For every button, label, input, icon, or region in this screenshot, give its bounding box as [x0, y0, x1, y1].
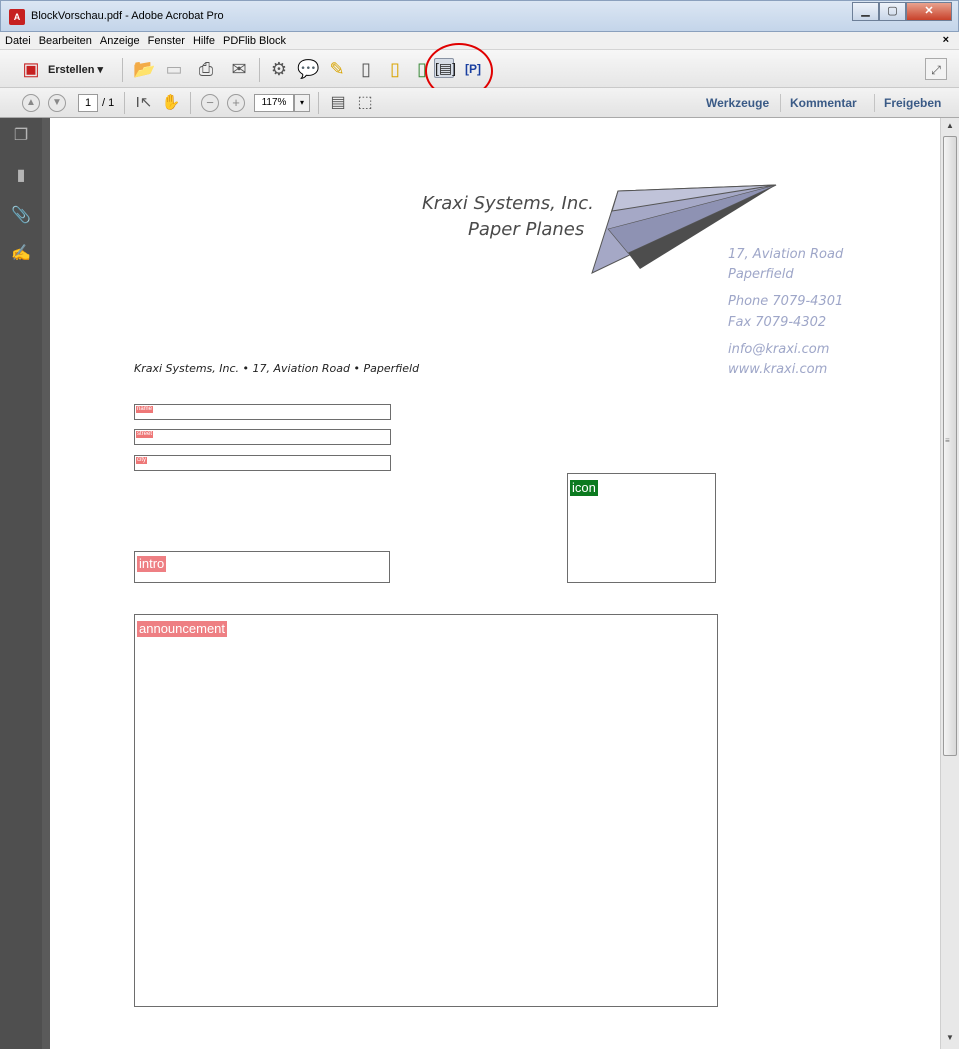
- page-total: / 1: [102, 97, 115, 109]
- maximize-button[interactable]: ▢: [879, 2, 906, 21]
- toolbar-divider: [124, 92, 125, 114]
- comment-icon[interactable]: 💬: [297, 58, 319, 80]
- company-name: Kraxi Systems, Inc.: [422, 193, 594, 214]
- address-line-2: Paperfield: [728, 267, 794, 282]
- create-label: Erstellen: [48, 64, 95, 76]
- close-button[interactable]: ✕: [906, 2, 952, 21]
- navigation-toolbar: ▲ ▼ 1 / 1 I↖ ✋ − + 117% ▾ ▤ ⬚ Werkzeuge …: [0, 88, 959, 118]
- scrollbar-thumb[interactable]: [943, 136, 957, 756]
- company-tagline: Paper Planes: [468, 219, 585, 240]
- name-block-label: name: [136, 406, 154, 413]
- hand-tool-icon[interactable]: ✋: [160, 92, 182, 114]
- next-page-icon[interactable]: ▼: [48, 94, 66, 112]
- window-controls: ▁ ▢ ✕: [852, 2, 952, 21]
- email-icon[interactable]: ✉: [228, 58, 250, 80]
- select-cursor-icon[interactable]: I↖: [133, 92, 155, 114]
- menu-pdflib-block[interactable]: PDFlib Block: [223, 35, 286, 47]
- document-close-icon[interactable]: ×: [943, 34, 949, 46]
- minimize-button[interactable]: ▁: [852, 2, 879, 21]
- fax-number: Fax 7079-4302: [728, 315, 827, 330]
- create-button[interactable]: Erstellen ▾: [48, 63, 103, 76]
- name-block[interactable]: name: [134, 404, 391, 420]
- toolbar-divider: [259, 58, 260, 82]
- zoom-in-icon[interactable]: +: [227, 94, 245, 112]
- bookmarks-icon[interactable]: ▮: [11, 166, 31, 186]
- menu-datei[interactable]: Datei: [5, 35, 31, 47]
- intro-block-label: intro: [137, 556, 167, 572]
- toolbar-divider: [190, 92, 191, 114]
- city-block-label: city: [136, 457, 147, 464]
- zoom-dropdown-icon[interactable]: ▾: [294, 94, 310, 112]
- sender-line: Kraxi Systems, Inc. • 17, Aviation Road …: [134, 362, 420, 375]
- signatures-icon[interactable]: ✍: [11, 244, 31, 264]
- page-number-input[interactable]: 1: [78, 94, 98, 112]
- email-address: info@kraxi.com: [728, 342, 830, 357]
- icon-block[interactable]: icon: [567, 473, 716, 583]
- menu-bar: Datei Bearbeiten Anzeige Fenster Hilfe P…: [0, 32, 959, 50]
- toolbar-divider: [122, 58, 123, 82]
- zoom-out-icon[interactable]: −: [201, 94, 219, 112]
- menu-fenster[interactable]: Fenster: [148, 35, 185, 47]
- highlight-icon[interactable]: ✎: [326, 58, 348, 80]
- previous-page-icon[interactable]: ▲: [22, 94, 40, 112]
- panel-divider: [874, 94, 875, 112]
- open-folder-icon[interactable]: 📂: [133, 58, 155, 80]
- settings-gear-icon[interactable]: ⚙: [268, 58, 290, 80]
- menu-hilfe[interactable]: Hilfe: [193, 35, 215, 47]
- scroll-down-icon[interactable]: ▼: [944, 1033, 956, 1045]
- zoom-input[interactable]: 117%: [254, 94, 294, 112]
- panel-divider: [780, 94, 781, 112]
- acrobat-icon: A: [9, 9, 25, 25]
- website: www.kraxi.com: [728, 362, 828, 377]
- scrollbar-grip-icon: ≡: [945, 436, 950, 445]
- intro-block[interactable]: intro: [134, 551, 390, 583]
- window-title: BlockVorschau.pdf - Adobe Acrobat Pro: [31, 10, 224, 22]
- phone-number: Phone 7079-4301: [728, 294, 844, 309]
- menu-anzeige[interactable]: Anzeige: [100, 35, 140, 47]
- scroll-up-icon[interactable]: ▲: [944, 121, 956, 133]
- toolbar-divider: [318, 92, 319, 114]
- tools-panel-link[interactable]: Werkzeuge: [706, 96, 769, 110]
- announcement-block-label: announcement: [137, 621, 228, 637]
- comment-panel-link[interactable]: Kommentar: [790, 96, 857, 110]
- icon-block-label: icon: [570, 480, 598, 496]
- city-block[interactable]: city: [134, 455, 391, 471]
- vertical-scrollbar[interactable]: ▲ ≡ ▼: [940, 118, 959, 1049]
- share-panel-link[interactable]: Freigeben: [884, 96, 941, 110]
- fit-page-icon[interactable]: ▤: [327, 92, 349, 114]
- fit-width-icon[interactable]: ⬚: [354, 92, 376, 114]
- document-icon[interactable]: ▯: [355, 58, 377, 80]
- navigation-pane: ❐ ▮ 📎 ✍: [0, 118, 42, 1049]
- menu-bearbeiten[interactable]: Bearbeiten: [39, 35, 92, 47]
- title-bar: A BlockVorschau.pdf - Adobe Acrobat Pro …: [0, 0, 959, 32]
- announcement-block[interactable]: announcement: [134, 614, 718, 1007]
- create-pdf-icon[interactable]: ▣: [20, 58, 42, 80]
- export-icon[interactable]: ▯: [384, 58, 406, 80]
- address-line-1: 17, Aviation Road: [728, 247, 844, 262]
- pages-icon[interactable]: ❐: [11, 126, 31, 146]
- expand-icon[interactable]: ⤢: [925, 58, 947, 80]
- save-icon[interactable]: ▭: [163, 58, 185, 80]
- attachments-icon[interactable]: 📎: [11, 206, 31, 226]
- print-icon[interactable]: ⎙: [195, 58, 217, 80]
- street-block-label: street: [136, 431, 154, 438]
- street-block[interactable]: street: [134, 429, 391, 445]
